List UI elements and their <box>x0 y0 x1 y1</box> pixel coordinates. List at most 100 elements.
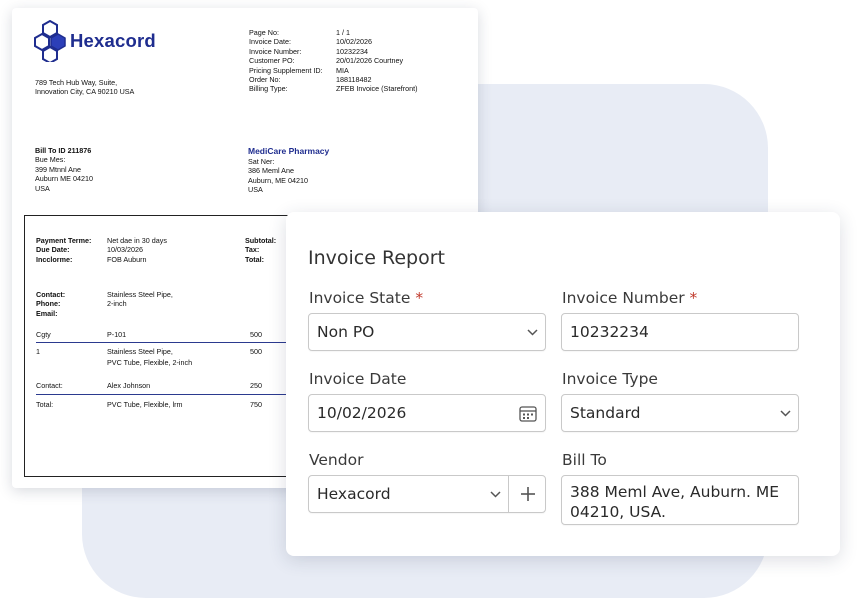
contact-block: Contact: Stainless Steel Pipe, Phone: 2-… <box>36 290 173 318</box>
ship-to-line: 386 Meml Ane <box>248 166 294 176</box>
phone-value: 2-inch <box>107 299 127 309</box>
row-cell: 750 <box>250 400 262 409</box>
invoice-type-label: Invoice Type <box>562 370 658 388</box>
invoice-date-label: Invoice Date <box>309 370 407 388</box>
chevron-down-icon <box>482 490 508 498</box>
ship-to-name: MediCare Pharmacy <box>248 146 330 156</box>
row-cell: Contact: <box>36 381 63 390</box>
table-row: Cgty P-101 500 <box>36 330 290 339</box>
bill-to-block: Bill To ID 211876 Bue Mes: 399 Mtnnl Ane… <box>35 146 93 193</box>
row-cell: Cgty <box>36 330 51 339</box>
field-label: Invoice Date: <box>249 37 291 47</box>
total-label: Total: <box>245 254 265 264</box>
ship-to-block: MediCare Pharmacy Sat Ner: 386 Meml Ane … <box>248 146 329 195</box>
table-row: Total: PVC Tube, Flexible, lrm 750 <box>36 400 290 409</box>
field-label: Order No: <box>249 75 281 85</box>
row-cell: PVC Tube, Flexible, lrm <box>107 400 183 409</box>
invoice-type-value: Standard <box>570 404 641 422</box>
row-cell: 500 <box>250 330 262 339</box>
vendor-label: Vendor <box>309 451 364 469</box>
label-text: Invoice State <box>309 289 411 307</box>
term-label: Incclorme: <box>36 254 73 264</box>
row-cell: Total: <box>36 400 54 409</box>
invoice-number-value: 10232234 <box>570 323 649 341</box>
term-value: FOB Auburn <box>107 254 147 264</box>
invoice-report-card: Invoice Report Invoice State * Non PO In… <box>286 212 840 556</box>
row-cell: 250 <box>250 381 262 390</box>
required-mark: * <box>415 289 424 307</box>
invoice-state-value: Non PO <box>317 323 375 341</box>
table-divider <box>36 342 296 343</box>
bill-to-line: 399 Mtnnl Ane <box>35 164 81 174</box>
chevron-down-icon <box>772 409 798 417</box>
invoice-number-input[interactable]: 10232234 <box>561 313 799 351</box>
bill-to-line: Bue Mes: <box>35 155 66 165</box>
contact-label: Contact: <box>36 290 66 299</box>
totals-labels: Subtotal: Tax: Total: <box>245 236 285 264</box>
company-address: 789 Tech Hub Way, Suite, Innovation City… <box>35 78 134 97</box>
calendar-icon[interactable] <box>511 405 545 422</box>
email-label: Email: <box>36 308 58 318</box>
vendor-select[interactable]: Hexacord <box>308 475 546 513</box>
row-cell: 500 <box>250 347 262 356</box>
field-value: 10/02/2026 <box>336 37 372 47</box>
contact-value: Stainless Steel Pipe, <box>107 290 173 299</box>
field-value: 20/01/2026 Courtney <box>336 56 404 66</box>
row-cell: Alex Johnson <box>107 381 151 390</box>
invoice-date-input[interactable]: 10/02/2026 <box>308 394 546 432</box>
field-label: Billing Type: <box>249 84 288 94</box>
plus-icon <box>520 487 535 501</box>
invoice-header-fields: Page No: 1 / 1 Invoice Date: 10/02/2026 … <box>249 28 417 94</box>
term-label: Payment Terme: <box>36 236 92 245</box>
table-row: Contact: Alex Johnson 250 <box>36 381 290 390</box>
payment-terms: Payment Terme: Net dae in 30 days Due Da… <box>36 236 167 264</box>
term-label: Due Date: <box>36 245 70 255</box>
invoice-state-select[interactable]: Non PO <box>308 313 546 351</box>
hexacord-logo-icon <box>34 20 66 62</box>
table-divider <box>36 394 296 395</box>
invoice-state-label: Invoice State * <box>309 288 423 308</box>
bill-to-line: Auburn ME 04210 <box>35 174 93 184</box>
ship-to-line: Auburn, ME 04210 <box>248 175 308 185</box>
field-value: 1 / 1 <box>336 28 350 37</box>
add-vendor-button[interactable] <box>509 476 546 512</box>
field-value: ZFEB Invoice (Starefront) <box>336 84 418 94</box>
phone-label: Phone: <box>36 299 61 309</box>
invoice-date-value: 10/02/2026 <box>317 404 407 422</box>
row-cell-line: PVC Tube, Flexible, 2-inch <box>107 358 193 368</box>
company-name: Hexacord <box>70 30 156 51</box>
email-value <box>107 309 173 318</box>
bill-to-value: 388 Meml Ave, Auburn. ME 04210, USA. <box>570 483 780 521</box>
row-cell: 1 <box>36 347 40 356</box>
field-label: Pricing Supplement ID: <box>249 65 323 75</box>
table-row: 1 Stainless Steel Pipe, PVC Tube, Flexib… <box>36 347 290 368</box>
required-mark: * <box>689 289 698 307</box>
invoice-number-label: Invoice Number * <box>562 288 697 308</box>
bill-to-line: USA <box>35 183 50 193</box>
subtotal-label: Subtotal: <box>245 236 277 245</box>
ship-to-line: USA <box>248 185 263 195</box>
field-label: Invoice Number: <box>249 46 302 56</box>
chevron-down-icon <box>519 328 545 336</box>
label-text: Invoice Number <box>562 289 685 307</box>
company-logo: Hexacord <box>34 20 156 62</box>
field-value: MIA <box>336 65 349 75</box>
row-cell-line: Stainless Steel Pipe, <box>107 347 173 356</box>
address-line: Innovation City, CA 90210 USA <box>35 87 135 97</box>
invoice-type-select[interactable]: Standard <box>561 394 799 432</box>
bill-to-heading: Bill To ID 211876 <box>35 146 92 155</box>
field-value: 188118482 <box>336 75 372 85</box>
term-value: Net dae in 30 days <box>107 236 167 245</box>
bill-to-textarea[interactable]: 388 Meml Ave, Auburn. ME 04210, USA. <box>561 475 799 525</box>
field-label: Page No: <box>249 28 279 37</box>
form-title: Invoice Report <box>308 247 445 269</box>
row-cell-multiline: Stainless Steel Pipe, PVC Tube, Flexible… <box>107 347 250 368</box>
ship-to-line: Sat Ner: <box>248 157 275 166</box>
vendor-value: Hexacord <box>317 485 391 503</box>
term-value: 10/03/2026 <box>107 245 143 255</box>
row-cell: P-101 <box>107 330 127 339</box>
tax-label: Tax: <box>245 245 260 255</box>
bill-to-label: Bill To <box>562 451 607 469</box>
address-line: 789 Tech Hub Way, Suite, <box>35 78 118 87</box>
field-label: Customer PO: <box>249 56 295 66</box>
